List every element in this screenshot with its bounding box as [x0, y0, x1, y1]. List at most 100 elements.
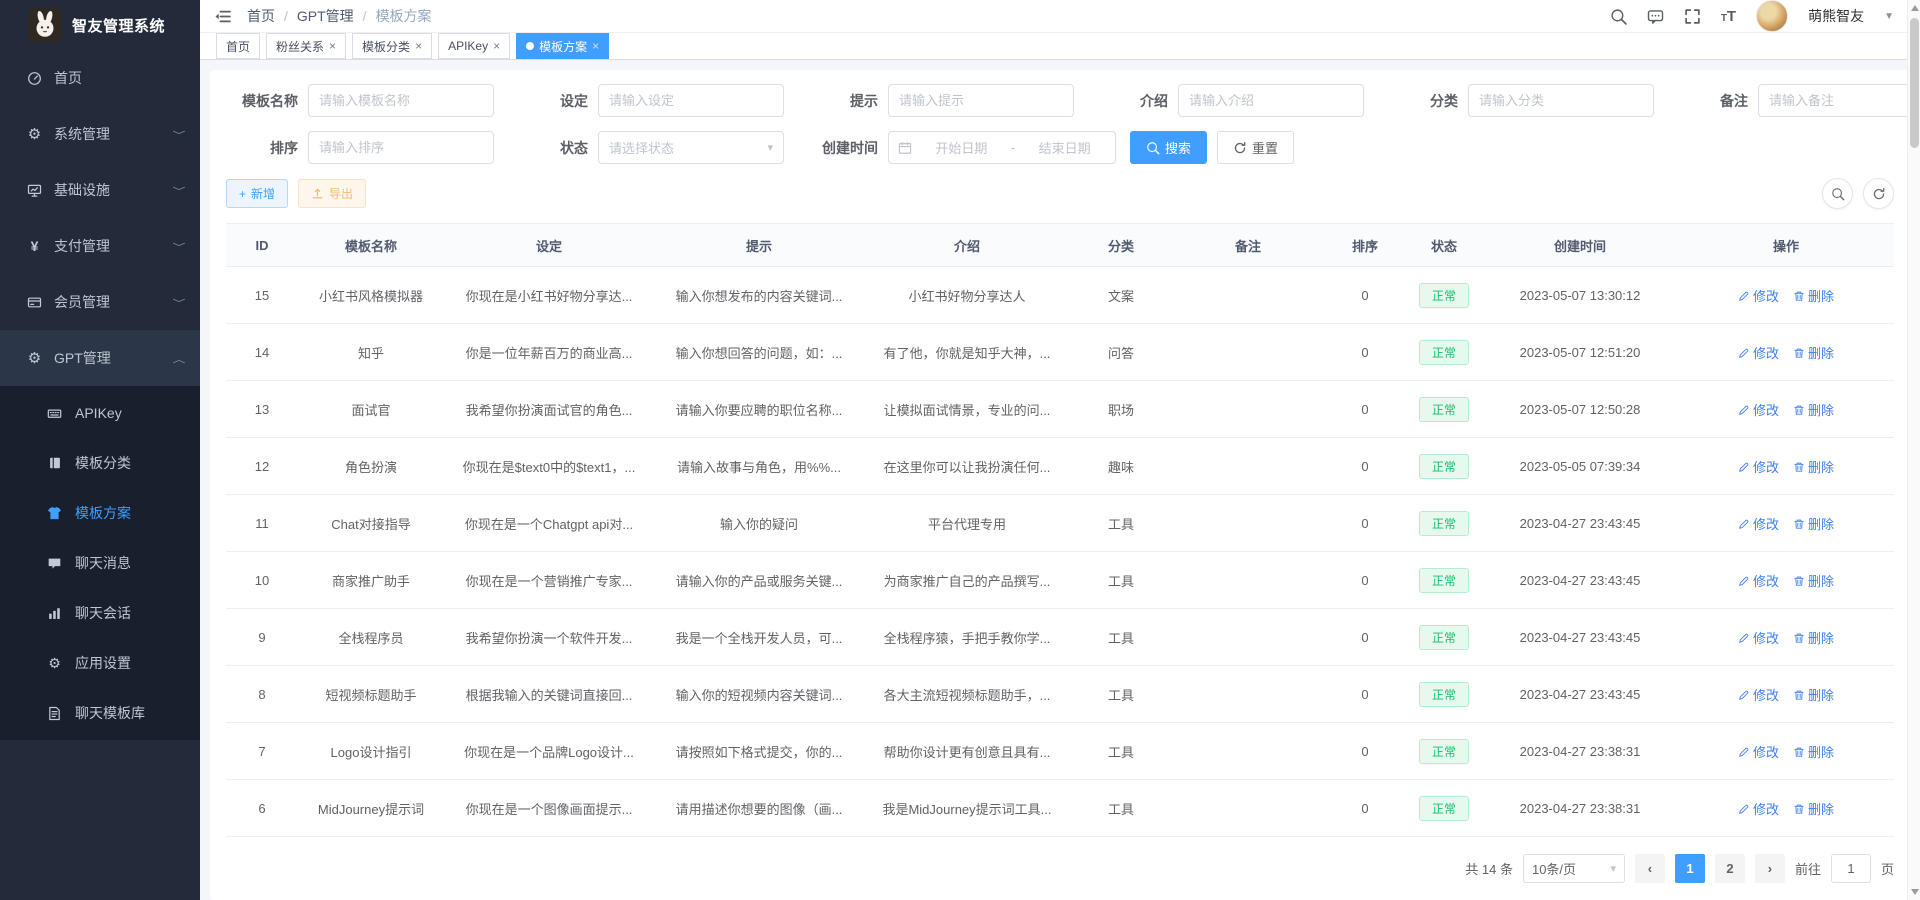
intro-input[interactable] [1178, 84, 1364, 117]
edit-link[interactable]: 修改 [1738, 400, 1779, 419]
user-avatar[interactable] [1756, 0, 1788, 32]
sort-label: 排序 [226, 138, 298, 158]
add-button[interactable]: + 新增 [226, 179, 288, 208]
status-select[interactable]: 请选择状态 ▾ [598, 131, 784, 164]
close-icon[interactable]: × [592, 40, 599, 52]
delete-link[interactable]: 删除 [1793, 628, 1834, 647]
date-separator: - [1011, 140, 1015, 155]
start-date-placeholder: 开始日期 [920, 138, 1003, 157]
edit-link[interactable]: 修改 [1738, 799, 1779, 818]
status-badge: 正常 [1419, 340, 1469, 365]
cell-intro: 为商家推广自己的产品撰写... [864, 552, 1070, 609]
delete-link[interactable]: 删除 [1793, 571, 1834, 590]
refresh-table-button[interactable] [1863, 178, 1894, 209]
reset-button[interactable]: 重置 [1217, 131, 1294, 164]
status-badge: 正常 [1419, 454, 1469, 479]
date-range-picker[interactable]: 开始日期 - 结束日期 [888, 131, 1116, 164]
delete-link[interactable]: 删除 [1793, 742, 1834, 761]
plus-icon: + [239, 187, 246, 201]
sidebar-subitem-chat-session[interactable]: 聊天会话 [0, 588, 200, 638]
delete-link[interactable]: 删除 [1793, 457, 1834, 476]
cell-intro: 让模拟面试情景，专业的问... [864, 381, 1070, 438]
table-row: 9全栈程序员我希望你扮演一个软件开发...我是一个全栈开发人员，可...全栈程序… [226, 609, 1894, 666]
fullscreen-icon[interactable] [1684, 8, 1701, 25]
edit-icon [1738, 516, 1750, 531]
chart-icon [46, 606, 63, 621]
sidebar-item-infra[interactable]: 基础设施﹀ [0, 162, 200, 218]
user-menu-caret-icon[interactable]: ▼ [1884, 11, 1894, 22]
search-button[interactable]: 搜索 [1130, 131, 1207, 164]
sidebar-item-home[interactable]: 首页 [0, 50, 200, 106]
column-header: ID [226, 224, 298, 267]
cell-actions: 修改删除 [1678, 666, 1894, 723]
goto-label: 前往 [1795, 859, 1821, 878]
edit-link[interactable]: 修改 [1738, 286, 1779, 305]
tab-apikey[interactable]: APIKey× [438, 33, 510, 59]
close-icon[interactable]: × [329, 40, 336, 52]
template-name-input[interactable] [308, 84, 494, 117]
sidebar-item-payment[interactable]: ¥支付管理﹀ [0, 218, 200, 274]
edit-link[interactable]: 修改 [1738, 343, 1779, 362]
edit-link[interactable]: 修改 [1738, 457, 1779, 476]
sidebar-subitem-apikey[interactable]: APIKey [0, 388, 200, 438]
prompt-input[interactable] [888, 84, 1074, 117]
category-input[interactable] [1468, 84, 1654, 117]
sidebar-subitem-template-plan[interactable]: 模板方案 [0, 488, 200, 538]
scrollbar[interactable] [1907, 0, 1920, 900]
remark-input[interactable] [1758, 84, 1920, 117]
scrollbar-thumb[interactable] [1910, 18, 1919, 148]
edit-link[interactable]: 修改 [1738, 514, 1779, 533]
delete-link[interactable]: 删除 [1793, 343, 1834, 362]
cell-id: 11 [226, 495, 298, 552]
tab-template-plan[interactable]: 模板方案× [516, 33, 609, 59]
font-size-icon[interactable]: TT [1721, 8, 1736, 25]
sidebar-subitem-label: 应用设置 [75, 653, 131, 673]
toggle-search-button[interactable] [1822, 178, 1853, 209]
sidebar-item-member[interactable]: 会员管理﹀ [0, 274, 200, 330]
edit-link[interactable]: 修改 [1738, 742, 1779, 761]
scrollbar-up-arrow-icon[interactable] [1911, 5, 1919, 11]
scrollbar-down-arrow-icon[interactable] [1911, 889, 1919, 895]
search-icon[interactable] [1610, 8, 1627, 25]
page-size-select[interactable]: 10条/页 ▾ [1523, 854, 1625, 883]
sidebar-subitem-template-cate[interactable]: 模板分类 [0, 438, 200, 488]
cell-category: 工具 [1070, 495, 1172, 552]
tab-template-cate[interactable]: 模板分类× [352, 33, 432, 59]
tab-fans[interactable]: 粉丝关系× [266, 33, 346, 59]
delete-link[interactable]: 删除 [1793, 799, 1834, 818]
sidebar-toggle-icon[interactable] [214, 8, 231, 25]
delete-link[interactable]: 删除 [1793, 400, 1834, 419]
close-icon[interactable]: × [493, 40, 500, 52]
edit-link[interactable]: 修改 [1738, 571, 1779, 590]
delete-link[interactable]: 删除 [1793, 514, 1834, 533]
sidebar: 智友管理系统 首页⚙系统管理﹀基础设施﹀¥支付管理﹀会员管理﹀⚙GPT管理︿AP… [0, 0, 200, 900]
export-button[interactable]: 导出 [298, 179, 366, 208]
edit-label: 修改 [1753, 286, 1779, 305]
next-page-button[interactable]: › [1755, 854, 1785, 883]
edit-icon [1738, 402, 1750, 417]
edit-link[interactable]: 修改 [1738, 685, 1779, 704]
sidebar-subitem-app-settings[interactable]: ⚙应用设置 [0, 638, 200, 688]
delete-link[interactable]: 删除 [1793, 685, 1834, 704]
setting-input[interactable] [598, 84, 784, 117]
breadcrumb-item[interactable]: 首页 [247, 6, 275, 26]
tab-home[interactable]: 首页 [216, 33, 260, 59]
sidebar-item-system[interactable]: ⚙系统管理﹀ [0, 106, 200, 162]
breadcrumb-item[interactable]: GPT管理 [297, 6, 354, 26]
app-logo-image [28, 8, 62, 42]
prev-page-button[interactable]: ‹ [1635, 854, 1665, 883]
user-name[interactable]: 萌熊智友 [1808, 6, 1864, 26]
close-icon[interactable]: × [415, 40, 422, 52]
cell-actions: 修改删除 [1678, 609, 1894, 666]
sidebar-item-gpt[interactable]: ⚙GPT管理︿ [0, 330, 200, 386]
page-button-2[interactable]: 2 [1715, 854, 1745, 883]
message-icon[interactable] [1647, 8, 1664, 25]
goto-page-input[interactable] [1831, 854, 1871, 883]
delete-icon [1793, 288, 1805, 303]
delete-link[interactable]: 删除 [1793, 286, 1834, 305]
sort-input[interactable] [308, 131, 494, 164]
sidebar-subitem-chat-library[interactable]: 聊天模板库 [0, 688, 200, 738]
sidebar-subitem-chat-message[interactable]: 聊天消息 [0, 538, 200, 588]
page-button-1[interactable]: 1 [1675, 854, 1705, 883]
edit-link[interactable]: 修改 [1738, 628, 1779, 647]
